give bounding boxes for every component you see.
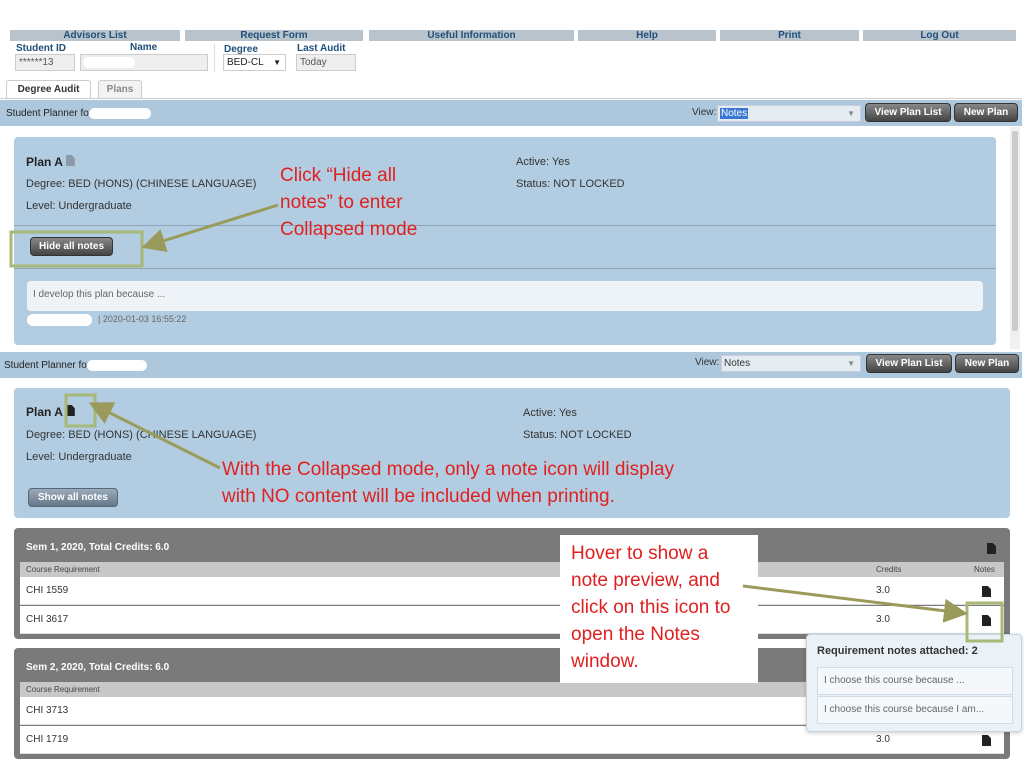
nav-advisors-list[interactable]: Advisors List (10, 30, 180, 41)
course-code: CHI 1719 (26, 734, 69, 745)
col-credits: Credits (876, 565, 902, 574)
last-audit-field: Today (296, 54, 356, 71)
annotation-collapsed-mode: With the Collapsed mode, only a note ico… (222, 459, 675, 507)
planner-toolbar: Student Planner for: View: Notes ▼ View P… (0, 100, 1022, 126)
note-icon[interactable] (982, 735, 991, 746)
semester-title: Sem 1, 2020, Total Credits: 6.0 (26, 542, 170, 553)
popover-title: Requirement notes attached: 2 (817, 645, 978, 657)
note-icon[interactable] (65, 155, 75, 166)
notes-preview-popover: Requirement notes attached: 2 I choose t… (806, 634, 1022, 732)
name-field (80, 54, 208, 71)
course-credits: 3.0 (876, 614, 890, 625)
plan-status: Status: NOT LOCKED (516, 178, 625, 190)
degree-value: BED-CL (227, 57, 264, 68)
planner-label: Student Planner for: (6, 108, 95, 119)
plan-panel-expanded: Plan A Degree: BED (HONS) (CHINESE LANGU… (14, 137, 996, 345)
annotation-hover-preview: Hover to show a note preview, and click on… (571, 543, 731, 672)
semester-1: Sem 1, 2020, Total Credits: 6.0 Course R… (14, 528, 1010, 639)
plan-degree: Degree: BED (HONS) (CHINESE LANGUAGE) (26, 178, 257, 190)
note-icon[interactable] (982, 586, 991, 597)
table-row: CHI 1559 3.0 (20, 577, 1004, 605)
plan-active: Active: Yes (516, 156, 570, 168)
annotation-box: Hover to show a note preview, and click on… (560, 535, 758, 683)
nav-help[interactable]: Help (578, 30, 716, 41)
new-plan-button[interactable]: New Plan (954, 103, 1018, 122)
note-timestamp: | 2020-01-03 16:55:22 (98, 314, 187, 324)
plan-level: Level: Undergraduate (26, 200, 132, 212)
column-headers: Course Requirement Credits Notes (20, 562, 1004, 577)
view-select[interactable]: Notes ▼ (721, 355, 861, 372)
plan-title: Plan A (26, 405, 63, 419)
semester-note-icon[interactable] (987, 543, 996, 554)
new-plan-button[interactable]: New Plan (955, 354, 1019, 373)
planner-label: Student Planner for: (4, 360, 93, 371)
scrollbar[interactable] (1010, 127, 1020, 349)
nav-useful-information[interactable]: Useful Information (369, 30, 574, 41)
col-course-requirement: Course Requirement (26, 685, 100, 694)
note-icon[interactable] (65, 405, 75, 416)
name-label: Name (130, 42, 158, 53)
course-credits: 3.0 (876, 585, 890, 596)
course-code: CHI 1559 (26, 585, 69, 596)
plan-title: Plan A (26, 155, 63, 169)
course-code: CHI 3713 (26, 705, 69, 716)
plan-level: Level: Undergraduate (26, 451, 132, 463)
nav-log-out[interactable]: Log Out (863, 30, 1016, 41)
student-id-field: ******13 (15, 54, 75, 71)
planner-toolbar-2: Student Planner for: View: Notes ▼ View P… (0, 352, 1022, 378)
view-plan-list-button[interactable]: View Plan List (865, 103, 951, 122)
course-code: CHI 3617 (26, 614, 69, 625)
col-notes: Notes (974, 565, 995, 574)
nav-print[interactable]: Print (720, 30, 859, 41)
student-id-label: Student ID (16, 43, 66, 54)
nav-request-form[interactable]: Request Form (185, 30, 363, 41)
col-course-requirement: Course Requirement (26, 565, 100, 574)
view-label: View: (695, 357, 720, 368)
plan-active: Active: Yes (523, 407, 577, 419)
plan-degree: Degree: BED (HONS) (CHINESE LANGUAGE) (26, 429, 257, 441)
annotation-hide-notes: Click “Hide all notes” to enter Collapsed … (280, 165, 418, 240)
tab-plans[interactable]: Plans (98, 80, 142, 99)
view-plan-list-button[interactable]: View Plan List (866, 354, 952, 373)
semester-title: Sem 2, 2020, Total Credits: 6.0 (26, 662, 170, 673)
popover-note-item[interactable]: I choose this course because ... (817, 667, 1013, 695)
view-select[interactable]: Notes ▼ (717, 105, 861, 122)
plan-note[interactable]: I develop this plan because ... (27, 281, 983, 311)
hide-all-notes-button[interactable]: Hide all notes (30, 237, 113, 256)
note-icon[interactable] (982, 615, 991, 626)
degree-select[interactable]: BED-CL ▼ (223, 54, 286, 71)
plan-status: Status: NOT LOCKED (523, 429, 632, 441)
show-all-notes-button[interactable]: Show all notes (28, 488, 118, 507)
tab-degree-audit[interactable]: Degree Audit (6, 80, 91, 99)
table-row: CHI 3617 3.0 (20, 606, 1004, 634)
last-audit-label: Last Audit (297, 43, 346, 54)
view-label: View: (692, 107, 717, 118)
popover-note-item[interactable]: I choose this course because I am... (817, 696, 1013, 724)
